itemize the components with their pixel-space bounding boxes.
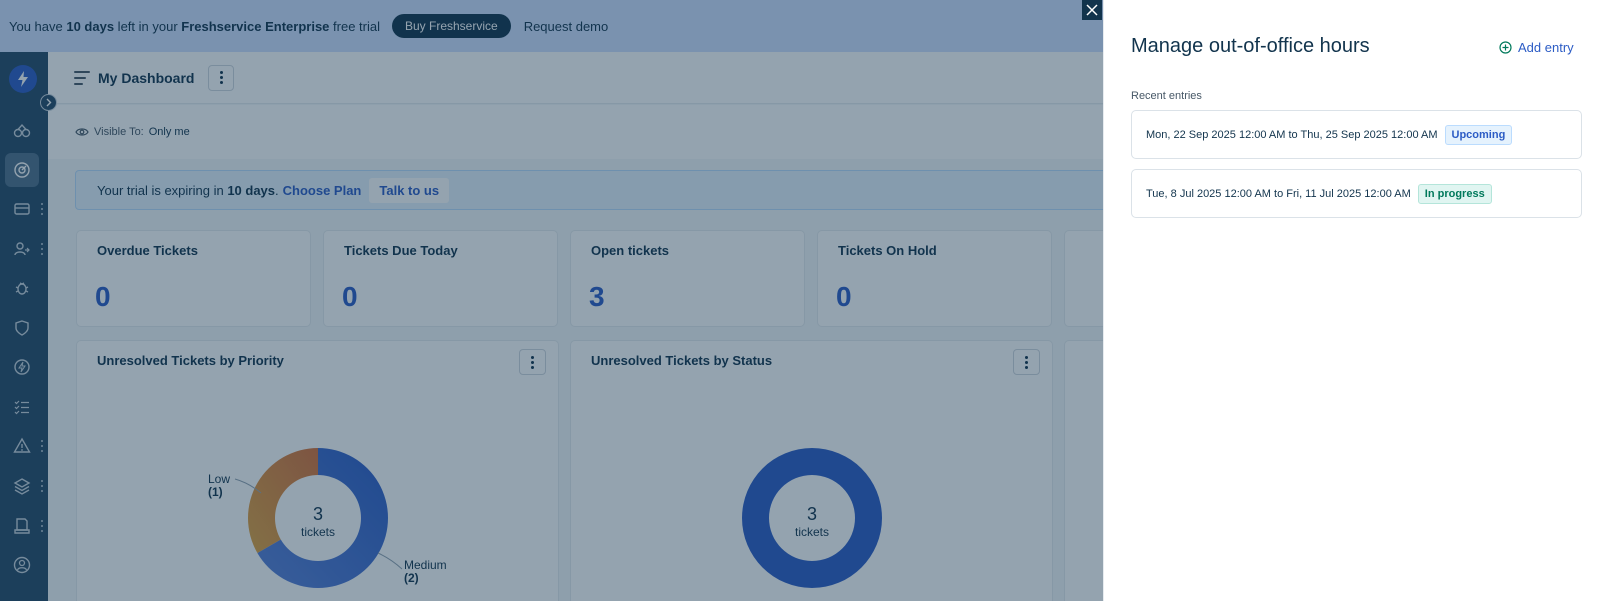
add-entry-button[interactable]: Add entry (1499, 40, 1574, 55)
status-badge: Upcoming (1444, 124, 1513, 145)
status-badge: In progress (1417, 183, 1492, 204)
ooo-entry[interactable]: Mon, 22 Sep 2025 12:00 AM to Thu, 25 Sep… (1131, 110, 1582, 159)
ooo-entry[interactable]: Tue, 8 Jul 2025 12:00 AM to Fri, 11 Jul … (1131, 169, 1582, 218)
close-panel-button[interactable] (1082, 0, 1102, 20)
plus-circle-icon (1499, 41, 1512, 54)
modal-backdrop[interactable] (0, 0, 1103, 601)
entry-range: Mon, 22 Sep 2025 12:00 AM to Thu, 25 Sep… (1146, 128, 1438, 141)
recent-entries-label: Recent entries (1131, 90, 1202, 102)
close-icon (1086, 4, 1098, 16)
panel-title: Manage out-of-office hours (1131, 35, 1370, 57)
add-entry-label: Add entry (1518, 40, 1574, 55)
out-of-office-panel: Manage out-of-office hours Add entry Rec… (1103, 0, 1600, 601)
entry-range: Tue, 8 Jul 2025 12:00 AM to Fri, 11 Jul … (1146, 187, 1411, 200)
